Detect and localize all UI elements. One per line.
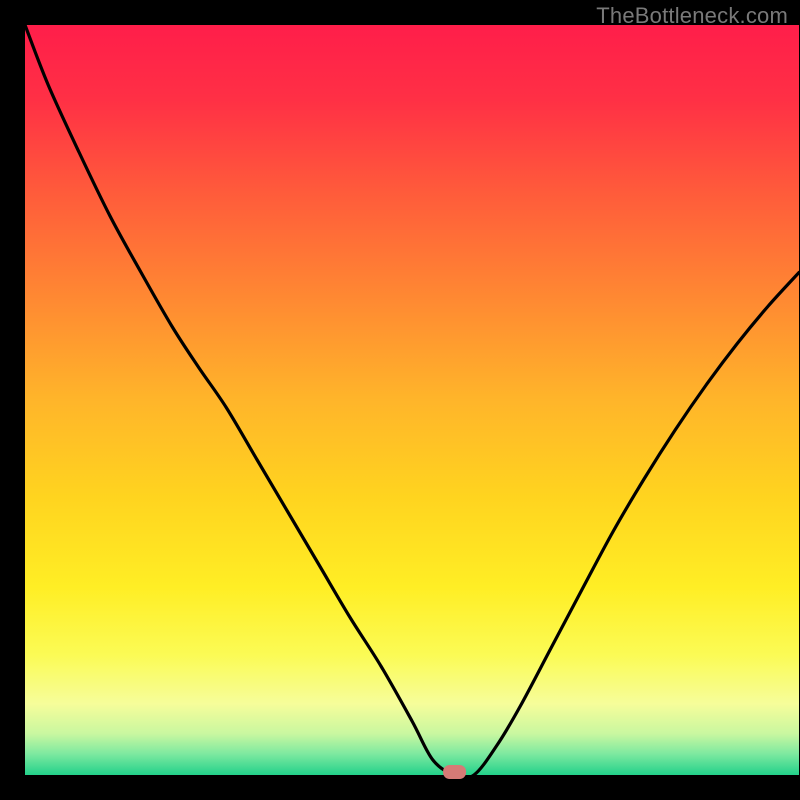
watermark: TheBottleneck.com [596,3,788,29]
optimum-marker [444,766,466,779]
plot-area [25,25,799,775]
bottleneck-chart [0,0,800,800]
chart-frame: TheBottleneck.com [0,0,800,800]
